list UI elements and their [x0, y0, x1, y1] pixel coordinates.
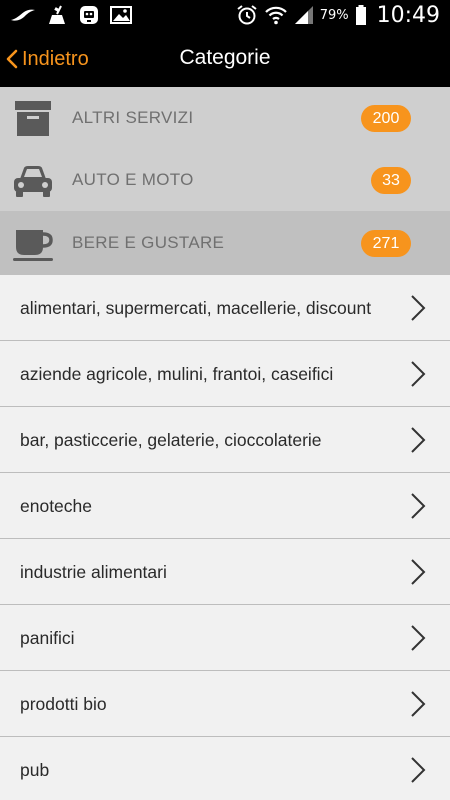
list-item-label: panifici: [20, 628, 75, 648]
list-item-label: industrie alimentari: [20, 562, 167, 582]
chevron-right-icon: [411, 559, 426, 585]
list-item[interactable]: aziende agricole, mulini, frantoi, casei…: [0, 341, 450, 407]
category-altri-servizi[interactable]: ALTRI SERVIZI 200: [0, 87, 450, 149]
system-icons: 79% 10:49: [236, 0, 440, 30]
notification-icons: [10, 4, 132, 26]
count-badge: 33: [371, 167, 411, 194]
list-item-label: bar, pasticcerie, gelaterie, cioccolater…: [20, 430, 322, 450]
list-item-label: prodotti bio: [20, 694, 107, 714]
bird-icon: [11, 9, 35, 21]
coffee-cup-icon: [13, 230, 53, 261]
count-badge: 271: [361, 230, 411, 257]
archive-box-icon: [15, 101, 51, 136]
car-icon: [14, 166, 52, 197]
list-item[interactable]: industrie alimentari: [0, 539, 450, 605]
category-label: AUTO E MOTO: [72, 170, 194, 189]
chevron-right-icon: [411, 757, 426, 783]
list-item[interactable]: panifici: [0, 605, 450, 671]
wifi-icon: [264, 6, 287, 25]
alarm-icon: [237, 5, 257, 25]
broom-icon: [49, 5, 65, 24]
list-item[interactable]: enoteche: [0, 473, 450, 539]
list-item[interactable]: prodotti bio: [0, 671, 450, 737]
chevron-right-icon: [411, 625, 426, 651]
category-auto-e-moto[interactable]: AUTO E MOTO 33: [0, 149, 450, 211]
list-item-label: enoteche: [20, 496, 93, 516]
list-item-label: aziende agricole, mulini, frantoi, casei…: [20, 364, 334, 384]
image-icon: [110, 6, 132, 24]
chevron-right-icon: [411, 295, 426, 321]
category-label: BERE E GUSTARE: [72, 233, 225, 252]
list-item-label: pub: [20, 760, 50, 780]
list-item[interactable]: bar, pasticcerie, gelaterie, cioccolater…: [0, 407, 450, 473]
chevron-right-icon: [411, 691, 426, 717]
navigation-bar: Indietro Categorie: [0, 30, 450, 87]
count-badge: 200: [361, 104, 411, 132]
category-bere-e-gustare[interactable]: BERE E GUSTARE 271: [0, 211, 450, 275]
list-item-label: alimentari, supermercati, macellerie, di…: [20, 298, 372, 318]
battery-icon: [355, 5, 366, 25]
category-label: ALTRI SERVIZI: [72, 108, 194, 127]
chevron-right-icon: [411, 493, 426, 519]
list-item[interactable]: pub: [0, 737, 450, 800]
status-bar: 79% 10:49: [0, 0, 450, 30]
clock: 10:49: [376, 2, 440, 28]
battery-percentage: 79%: [319, 7, 349, 23]
page-title: Categorie: [179, 46, 271, 69]
chevron-right-icon: [411, 427, 426, 453]
robot-icon: [80, 6, 98, 24]
subcategory-list: alimentari, supermercati, macellerie, di…: [0, 275, 450, 800]
signal-icon: [294, 6, 313, 24]
list-item[interactable]: alimentari, supermercati, macellerie, di…: [0, 275, 450, 341]
chevron-right-icon: [411, 361, 426, 387]
